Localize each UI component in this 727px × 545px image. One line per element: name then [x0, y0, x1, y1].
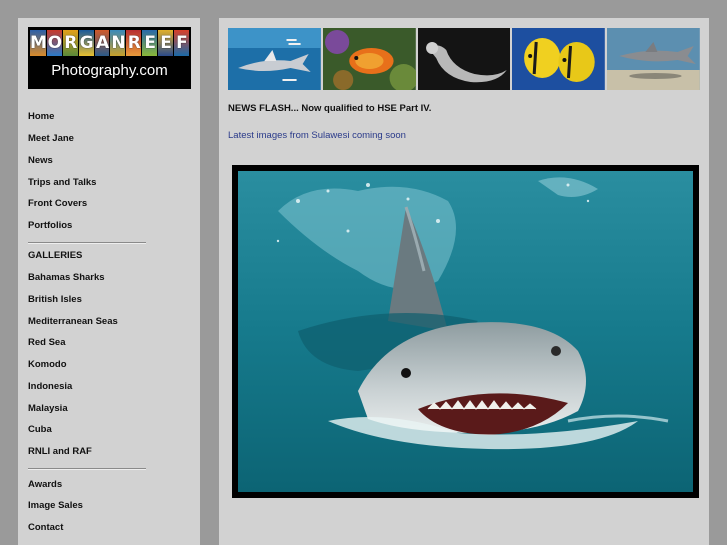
nav-item-mediterranean-seas[interactable]: Mediterranean Seas — [28, 316, 118, 327]
nav-item-komodo[interactable]: Komodo — [28, 359, 67, 370]
galleries-heading: GALLERIES — [28, 250, 83, 261]
logo-letter: R — [126, 30, 142, 56]
logo-letter: E — [158, 30, 174, 56]
logo-letter: F — [174, 30, 189, 56]
nav-item-rnli-and-raf[interactable]: RNLI and RAF — [28, 446, 92, 457]
nav-item-image-sales[interactable]: Image Sales — [28, 500, 83, 511]
logo-subtitle: Photography.com — [51, 62, 168, 79]
banner-photo-butterflyfish — [512, 28, 606, 90]
nav-item-meet-jane[interactable]: Meet Jane — [28, 133, 74, 144]
feature-photo-frame — [232, 165, 699, 498]
logo-letter: A — [94, 30, 110, 56]
nav-item-indonesia[interactable]: Indonesia — [28, 381, 72, 392]
sulawesi-news-link[interactable]: Latest images from Sulawesi coming soon — [228, 130, 406, 141]
banner-photo-tiger-shark — [607, 28, 700, 90]
main-content: NEWS FLASH... Now qualified to HSE Part … — [219, 18, 709, 545]
banner-photo-seal — [417, 28, 511, 90]
nav-item-portfolios[interactable]: Portfolios — [28, 220, 72, 231]
news-flash-text: NEWS FLASH... Now qualified to HSE Part … — [228, 103, 432, 114]
nav-divider — [28, 468, 146, 470]
banner-photo-oceanic-whitetip — [228, 28, 321, 90]
logo-letter: N — [110, 30, 126, 56]
nav-divider — [28, 242, 146, 244]
nav-item-trips-and-talks[interactable]: Trips and Talks — [28, 177, 96, 188]
logo-wordmark: M O R G A N R E E F — [30, 30, 189, 56]
logo-letter: R — [62, 30, 78, 56]
nav-item-british-isles[interactable]: British Isles — [28, 294, 82, 305]
logo-letter: O — [46, 30, 62, 56]
site-logo[interactable]: M O R G A N R E E F Photography.com — [28, 27, 191, 89]
nav-item-awards[interactable]: Awards — [28, 479, 62, 490]
feature-photo-tiger-shark[interactable] — [238, 171, 693, 492]
banner-photo-coral-fish — [322, 28, 416, 90]
nav-item-home[interactable]: Home — [28, 111, 54, 122]
sidebar: M O R G A N R E E F Photography.com Home… — [18, 18, 200, 545]
nav-item-contact[interactable]: Contact — [28, 522, 63, 533]
nav-item-bahamas-sharks[interactable]: Bahamas Sharks — [28, 272, 105, 283]
nav-item-red-sea[interactable]: Red Sea — [28, 337, 66, 348]
header-banner — [228, 28, 700, 90]
logo-letter: M — [30, 30, 47, 56]
nav-item-front-covers[interactable]: Front Covers — [28, 198, 87, 209]
nav-item-malaysia[interactable]: Malaysia — [28, 403, 68, 414]
logo-letter: G — [78, 30, 94, 56]
nav-item-cuba[interactable]: Cuba — [28, 424, 52, 435]
nav-item-news[interactable]: News — [28, 155, 53, 166]
logo-letter: E — [142, 30, 158, 56]
